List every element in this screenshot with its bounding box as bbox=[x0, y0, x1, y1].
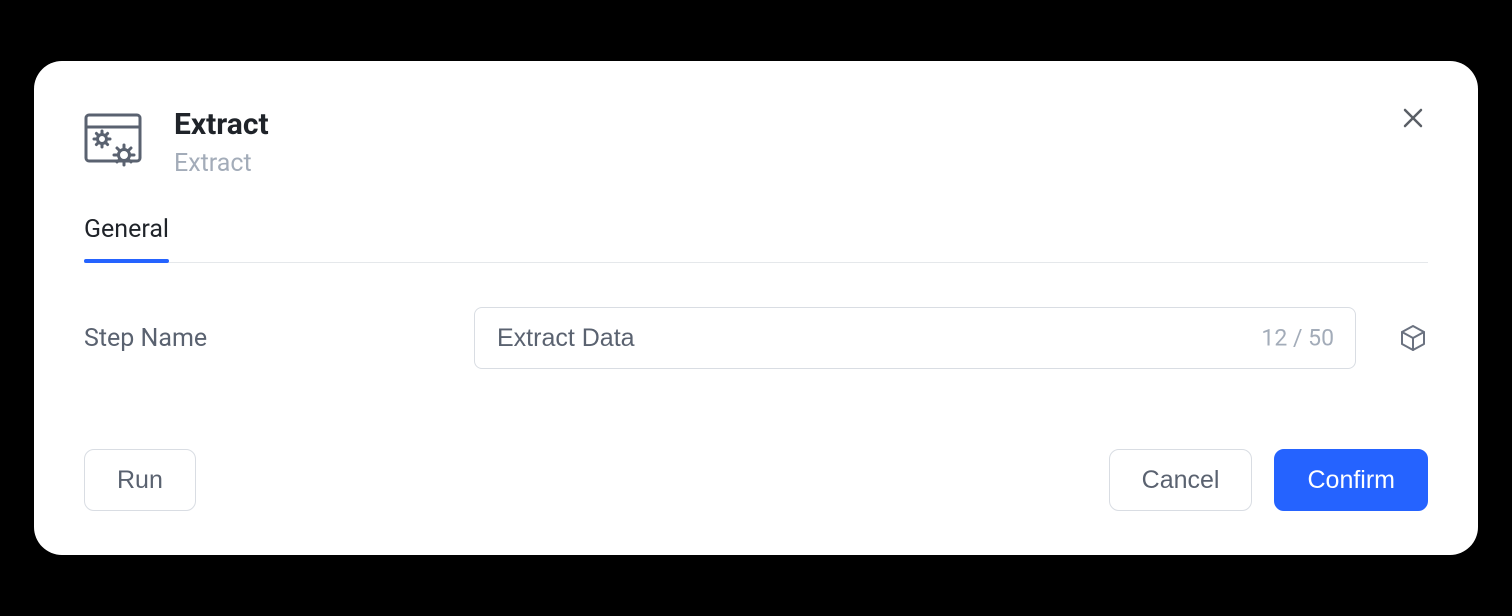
step-name-label: Step Name bbox=[84, 324, 454, 353]
close-button[interactable] bbox=[1398, 103, 1428, 133]
variable-picker-button[interactable] bbox=[1398, 323, 1428, 353]
run-button[interactable]: Run bbox=[84, 449, 196, 511]
header-text-block: Extract Extract bbox=[174, 107, 269, 179]
modal-footer: Run Cancel Confirm bbox=[84, 449, 1428, 511]
run-button-label: Run bbox=[117, 466, 163, 495]
step-name-row: Step Name 12 / 50 bbox=[84, 307, 1428, 369]
step-name-input[interactable] bbox=[474, 307, 1356, 369]
close-icon bbox=[1401, 106, 1425, 130]
extract-modal: Extract Extract General Step Name 12 / 5… bbox=[34, 61, 1478, 555]
cancel-button[interactable]: Cancel bbox=[1109, 449, 1253, 511]
modal-subtitle: Extract bbox=[174, 149, 269, 179]
step-name-input-wrap: 12 / 50 bbox=[474, 307, 1356, 369]
cancel-button-label: Cancel bbox=[1142, 466, 1220, 495]
tab-general-label: General bbox=[84, 215, 169, 244]
tabs: General bbox=[84, 215, 1428, 263]
confirm-button[interactable]: Confirm bbox=[1274, 449, 1428, 511]
tab-general[interactable]: General bbox=[84, 215, 169, 262]
confirm-button-label: Confirm bbox=[1307, 466, 1395, 495]
extract-app-icon bbox=[84, 113, 150, 171]
modal-header: Extract Extract bbox=[84, 107, 1428, 179]
cube-icon bbox=[1400, 324, 1426, 352]
modal-title: Extract bbox=[174, 107, 269, 143]
footer-right-group: Cancel Confirm bbox=[1109, 449, 1428, 511]
